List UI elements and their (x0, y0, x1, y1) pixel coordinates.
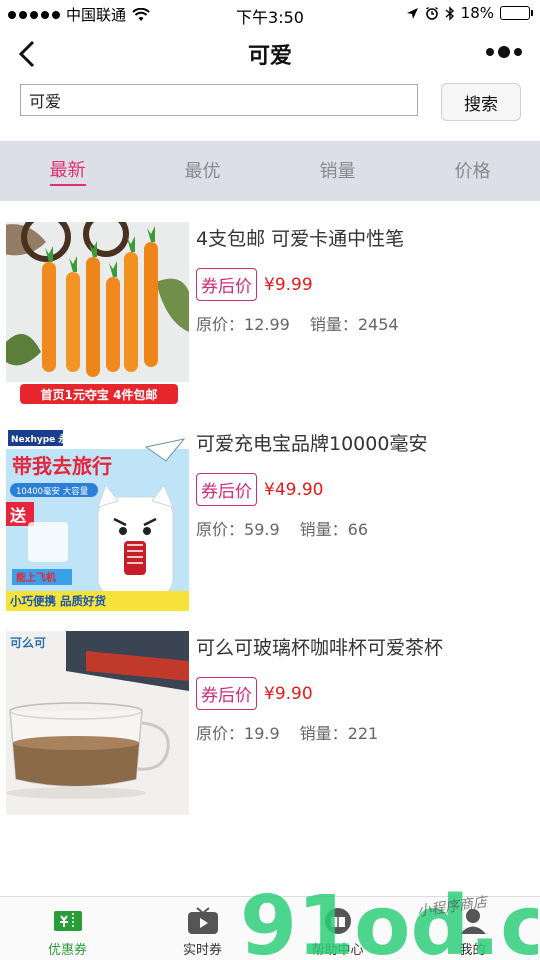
help-icon (321, 905, 355, 937)
product-item[interactable]: 首页1元夺宝 4件包邮 4支包邮 可爱卡通中性笔 券后价 ¥9.99 原价：12… (0, 222, 540, 408)
status-right: 18% (406, 4, 533, 22)
product-image: Nexhype 永恒 带我去旅行 10400毫安 大容量 送 能上飞机 小巧便携… (6, 427, 189, 611)
sales: 销量：66 (300, 516, 368, 540)
coupon-price: ¥9.90 (264, 683, 313, 704)
tab-best[interactable]: 最优 (135, 141, 270, 201)
more-dot-icon (486, 48, 494, 56)
battery-percent: 18% (460, 4, 494, 22)
bluetooth-icon (445, 5, 454, 21)
tab-price[interactable]: 价格 (405, 141, 540, 201)
product-info: 可爱充电宝品牌10000毫安 券后价 ¥49.90 原价：59.9 销量：66 (196, 431, 532, 540)
search-input[interactable] (20, 84, 418, 116)
product-item[interactable]: 可么可 可么可玻璃杯咖啡杯可爱茶杯 券后价 ¥9.90 原价：19.9 销量：2… (0, 631, 540, 817)
sales-label: 销量： (299, 724, 348, 743)
powerbank-character (97, 483, 174, 598)
sales: 销量：221 (300, 720, 379, 744)
tabbar-label: 优惠券 (47, 943, 87, 958)
product-item[interactable]: Nexhype 永恒 带我去旅行 10400毫安 大容量 送 能上飞机 小巧便携… (0, 427, 540, 613)
product-title: 可爱充电宝品牌10000毫安 (196, 433, 428, 455)
gift-badge-text: 送 (9, 506, 27, 525)
more-button[interactable] (486, 46, 522, 58)
sales-label: 销量： (299, 520, 348, 539)
pens-image: 首页1元夺宝 4件包邮 (6, 222, 189, 406)
coupon-badge: 券后价 (196, 268, 257, 301)
tabbar-label: 实时券 (182, 943, 222, 958)
product-info: 可么可玻璃杯咖啡杯可爱茶杯 券后价 ¥9.90 原价：19.9 销量：221 (196, 635, 532, 744)
tab-newest[interactable]: 最新 (0, 141, 135, 201)
search-button[interactable]: 搜索 (441, 83, 521, 121)
product-title: 可么可玻璃杯咖啡杯可爱茶杯 (196, 637, 444, 659)
tabbar-item-live-coupons[interactable]: 实时券 (135, 897, 270, 960)
price-row: 券后价 ¥49.90 (196, 473, 532, 506)
coupon-icon (51, 905, 85, 937)
brand-logo: Nexhype 永恒 (11, 433, 76, 445)
tab-label: 价格 (454, 161, 491, 182)
page: 中国联通 下午3:50 18% 可爱 搜索 (0, 0, 540, 960)
product-meta: 原价：12.99 销量：2454 (196, 311, 532, 335)
search-row: 搜索 (0, 82, 540, 138)
original-price-label: 原价： (196, 724, 245, 743)
coupon-price: ¥49.90 (264, 479, 324, 500)
product-image: 首页1元夺宝 4件包邮 (6, 222, 189, 406)
product-info: 4支包邮 可爱卡通中性笔 券后价 ¥9.99 原价：12.99 销量：2454 (196, 226, 532, 335)
tabbar-item-help[interactable]: 帮助中心 (270, 897, 405, 960)
tabbar-item-me[interactable]: 我的 (405, 897, 540, 960)
flight-text: 能上飞机 (16, 571, 56, 584)
navbar: 可爱 (0, 28, 540, 80)
user-icon (456, 905, 490, 937)
tab-label: 销量 (319, 161, 356, 182)
original-price: 原价：59.9 (196, 516, 280, 540)
price-row: 券后价 ¥9.90 (196, 677, 532, 710)
location-icon (406, 7, 418, 19)
banner-text: 首页1元夺宝 4件包邮 (41, 387, 158, 402)
page-title: 可爱 (247, 44, 292, 69)
powerbank-image: Nexhype 永恒 带我去旅行 10400毫安 大容量 送 能上飞机 小巧便携… (6, 427, 189, 611)
original-price-value: 19.9 (244, 724, 280, 743)
more-dot-icon (514, 48, 522, 56)
product-title: 4支包邮 可爱卡通中性笔 (196, 228, 405, 250)
original-price-value: 12.99 (244, 315, 290, 334)
tab-bar: 优惠券 实时券 帮助中心 我的 (0, 896, 540, 960)
sales-value: 66 (347, 520, 369, 539)
original-price: 原价：19.9 (196, 720, 280, 744)
status-bar: 中国联通 下午3:50 18% (0, 0, 540, 28)
headline-text: 带我去旅行 (12, 454, 112, 478)
coupon-price: ¥9.99 (264, 274, 313, 295)
tab-sales[interactable]: 销量 (270, 141, 405, 201)
original-price-value: 59.9 (244, 520, 280, 539)
original-price: 原价：12.99 (196, 311, 290, 335)
cup-image: 可么可 (6, 631, 189, 815)
tabbar-label: 我的 (459, 943, 486, 958)
coupon-badge: 券后价 (196, 677, 257, 710)
product-meta: 原价：59.9 销量：66 (196, 516, 532, 540)
capacity-text: 10400毫安 大容量 (16, 486, 89, 497)
tv-icon (186, 905, 220, 937)
sales-value: 221 (347, 724, 379, 743)
sort-tabs: 最新 最优 销量 价格 (0, 141, 540, 201)
original-price-label: 原价： (196, 520, 245, 539)
brand-logo: 可么可 (10, 635, 46, 650)
product-image: 可么可 (6, 631, 189, 815)
sales-label: 销量： (309, 315, 358, 334)
sales: 销量：2454 (310, 311, 399, 335)
alarm-icon (425, 6, 438, 20)
battery-icon (500, 6, 533, 20)
tab-label: 最优 (184, 161, 221, 182)
footer-text: 小巧便携 品质好货 (9, 594, 107, 608)
sales-value: 2454 (357, 315, 399, 334)
product-meta: 原价：19.9 销量：221 (196, 720, 532, 744)
tab-label: 最新 (49, 156, 86, 186)
tabbar-item-coupons[interactable]: 优惠券 (0, 897, 135, 960)
original-price-label: 原价： (196, 315, 245, 334)
coupon-badge: 券后价 (196, 473, 257, 506)
more-dot-icon (498, 46, 510, 58)
tabbar-label: 帮助中心 (311, 943, 364, 958)
price-row: 券后价 ¥9.99 (196, 268, 532, 301)
